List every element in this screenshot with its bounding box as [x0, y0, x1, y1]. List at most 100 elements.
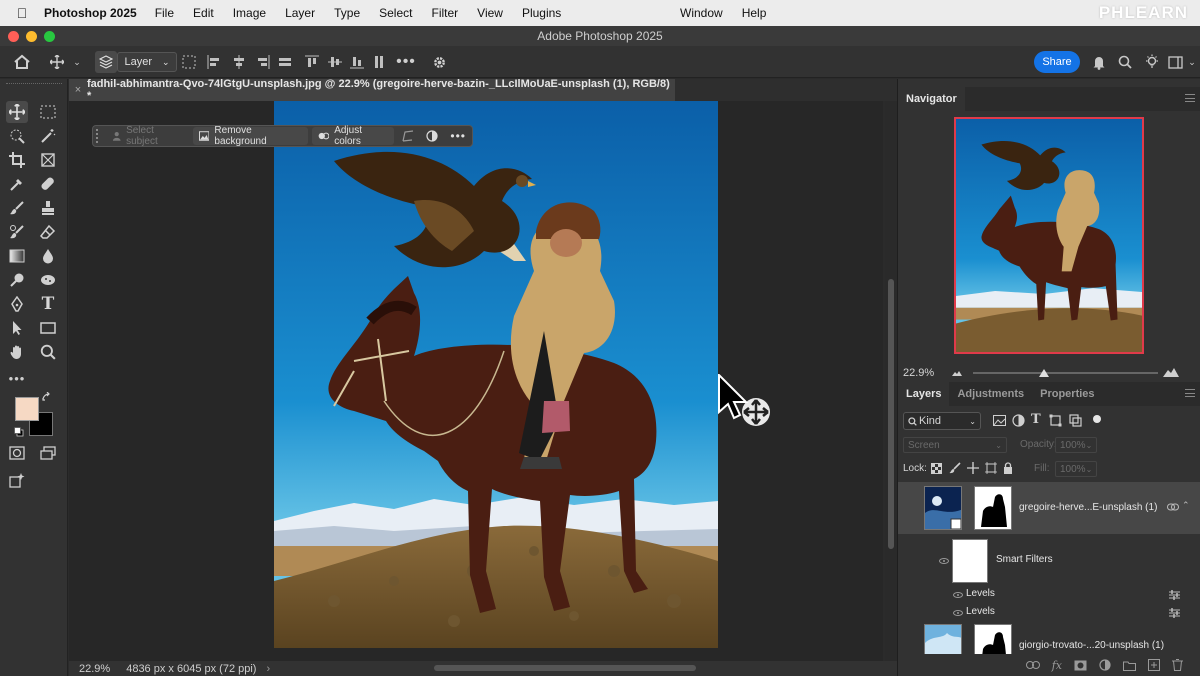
pen-tool[interactable]: [6, 293, 28, 315]
menu-file[interactable]: File: [155, 6, 174, 20]
tools-panel-grip[interactable]: [6, 83, 62, 87]
document-tab[interactable]: × fadhil-abhimantra-Qvo-74lGtgU-unsplash…: [69, 78, 675, 102]
new-group-icon[interactable]: [1123, 660, 1136, 671]
tab-adjustments[interactable]: Adjustments: [949, 382, 1032, 406]
type-tool[interactable]: T: [37, 293, 59, 315]
eyedropper-tool[interactable]: [6, 173, 28, 195]
navigator-zoom-slider-knob[interactable]: [1039, 369, 1049, 377]
crop-tool[interactable]: [6, 149, 28, 171]
lock-all-icon[interactable]: [1003, 462, 1013, 474]
menu-window[interactable]: Window: [680, 6, 723, 20]
fill-field[interactable]: 100% ⌄: [1055, 461, 1097, 477]
auto-select-target-dropdown[interactable]: Layer ⌄: [117, 52, 177, 72]
align-left-icon[interactable]: [206, 46, 222, 78]
transform-controls-icon[interactable]: [180, 46, 198, 78]
filter-shape-icon[interactable]: [1049, 414, 1062, 427]
blur-tool[interactable]: [37, 245, 59, 267]
gear-icon[interactable]: [430, 46, 448, 78]
add-mask-icon[interactable]: [1074, 660, 1087, 671]
move-tool[interactable]: [6, 101, 28, 123]
gradient-tool[interactable]: [6, 245, 28, 267]
collapse-filters-chevron-icon[interactable]: ⌃: [1182, 500, 1190, 511]
menu-layer[interactable]: Layer: [285, 6, 315, 20]
filter-row[interactable]: Levels: [898, 586, 1200, 604]
vertical-scroll-thumb[interactable]: [888, 279, 894, 549]
dodge-tool[interactable]: [6, 269, 28, 291]
smart-object-link-icon[interactable]: [1167, 502, 1179, 512]
align-horizontal-center-icon[interactable]: [231, 46, 247, 78]
history-brush-tool[interactable]: [6, 221, 28, 243]
trash-icon[interactable]: [1172, 659, 1183, 671]
distribute-vertical-icon[interactable]: [371, 46, 387, 78]
taskbar-grip[interactable]: [96, 129, 106, 143]
layer-row[interactable]: gregoire-herve...E-unsplash (1) ⌃: [898, 482, 1200, 534]
edit-toolbar-icon[interactable]: •••: [6, 367, 28, 389]
navigator-zoom-slider[interactable]: [973, 372, 1158, 374]
discover-lightbulb-icon[interactable]: [1142, 46, 1162, 78]
zoom-in-mountain-icon[interactable]: [1163, 366, 1179, 377]
opacity-field[interactable]: 100% ⌄: [1055, 437, 1097, 453]
bell-icon[interactable]: [1090, 46, 1108, 78]
auto-select-icon[interactable]: [94, 46, 118, 78]
visibility-eye-icon[interactable]: [953, 610, 963, 616]
healing-brush-tool[interactable]: [37, 173, 59, 195]
zoom-out-mountain-icon[interactable]: [952, 369, 962, 376]
swap-colors-icon[interactable]: [40, 391, 54, 405]
layer-row[interactable]: giorgio-trovato-...20-unsplash (1): [898, 622, 1200, 654]
align-top-icon[interactable]: [304, 46, 320, 78]
canvas-vertical-scrollbar[interactable]: [885, 101, 897, 661]
remove-background-button[interactable]: Remove background: [192, 125, 308, 147]
menu-filter[interactable]: Filter: [431, 6, 458, 20]
filter-type-icon[interactable]: T: [1031, 412, 1041, 427]
filter-blending-options-icon[interactable]: [1169, 590, 1180, 600]
filter-row[interactable]: Levels: [898, 604, 1200, 622]
navigator-preview[interactable]: [954, 117, 1144, 354]
layers-panel-menu-icon[interactable]: [1185, 389, 1195, 397]
align-vertical-center-icon[interactable]: [327, 46, 343, 78]
foreground-color-swatch[interactable]: [15, 397, 39, 421]
rectangle-tool[interactable]: [37, 317, 59, 339]
object-selection-tool[interactable]: [6, 125, 28, 147]
lock-position-icon[interactable]: [967, 462, 979, 474]
search-icon[interactable]: [1116, 46, 1134, 78]
tab-layers[interactable]: Layers: [898, 382, 950, 406]
distribute-horizontal-icon[interactable]: [277, 46, 293, 78]
tab-navigator[interactable]: Navigator: [898, 87, 965, 111]
tool-preset-chevron-icon[interactable]: ⌄: [70, 46, 84, 78]
adjust-colors-button[interactable]: Adjust colors: [311, 125, 395, 147]
home-icon[interactable]: [10, 46, 34, 78]
menu-plugins[interactable]: Plugins: [522, 6, 561, 20]
new-layer-icon[interactable]: [1148, 659, 1160, 671]
app-menu[interactable]: Photoshop 2025: [44, 6, 137, 20]
tab-properties[interactable]: Properties: [1032, 382, 1102, 406]
canvas-horizontal-scroll-thumb[interactable]: [434, 665, 696, 671]
apple-menu-icon[interactable]: : [0, 5, 44, 21]
blend-mode-dropdown[interactable]: Screen ⌄: [903, 437, 1007, 453]
screen-mode-tool[interactable]: [37, 442, 59, 464]
layer-effects-icon[interactable]: fx: [1052, 659, 1062, 672]
filter-smart-object-icon[interactable]: [1069, 414, 1082, 427]
taskbar-more-icon[interactable]: •••: [444, 127, 472, 145]
filter-pixel-icon[interactable]: [993, 415, 1006, 426]
visibility-eye-icon[interactable]: [953, 592, 963, 598]
menu-type[interactable]: Type: [334, 6, 360, 20]
menu-edit[interactable]: Edit: [193, 6, 214, 20]
visibility-eye-icon[interactable]: [939, 558, 949, 564]
path-selection-tool[interactable]: [6, 317, 28, 339]
clone-stamp-tool[interactable]: [37, 197, 59, 219]
eraser-tool[interactable]: [37, 221, 59, 243]
default-colors-icon[interactable]: [14, 427, 24, 437]
close-window-button[interactable]: [8, 31, 19, 42]
workspace-chevron-icon[interactable]: ⌄: [1186, 46, 1198, 78]
quick-mask-tool[interactable]: [6, 442, 28, 464]
menu-view[interactable]: View: [477, 6, 503, 20]
lock-artboard-icon[interactable]: [985, 462, 997, 474]
menu-select[interactable]: Select: [379, 6, 412, 20]
select-subject-button[interactable]: Select subject: [106, 125, 191, 147]
zoom-window-button[interactable]: [44, 31, 55, 42]
frame-tool[interactable]: [37, 149, 59, 171]
layer-filter-kind-dropdown[interactable]: Kind ⌄: [903, 412, 981, 430]
share-button[interactable]: Share: [1034, 51, 1080, 73]
magic-wand-tool[interactable]: [37, 125, 59, 147]
menu-image[interactable]: Image: [233, 6, 266, 20]
